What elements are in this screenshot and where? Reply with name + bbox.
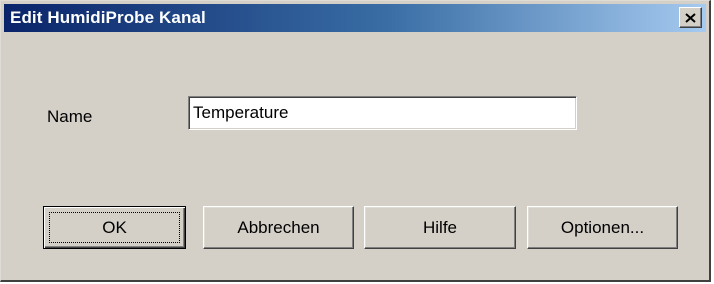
edit-channel-dialog: Edit HumidiProbe Kanal Name OK Abbrechen…	[0, 0, 711, 282]
name-label: Name	[47, 107, 93, 126]
focus-rectangle: OK	[49, 212, 180, 243]
cancel-button[interactable]: Abbrechen	[203, 206, 354, 249]
name-input[interactable]	[188, 96, 577, 130]
help-button-label: Hilfe	[422, 217, 457, 237]
options-button[interactable]: Optionen...	[527, 206, 678, 249]
ok-button[interactable]: OK	[43, 206, 186, 249]
cancel-button-label: Abbrechen	[237, 217, 320, 237]
window-title: Edit HumidiProbe Kanal	[10, 8, 206, 27]
title-bar[interactable]: Edit HumidiProbe Kanal	[4, 4, 706, 32]
options-button-label: Optionen...	[560, 217, 645, 237]
help-button[interactable]: Hilfe	[364, 206, 516, 249]
close-button[interactable]	[679, 7, 702, 28]
close-icon	[685, 12, 696, 23]
ok-button-label: OK	[102, 217, 127, 237]
